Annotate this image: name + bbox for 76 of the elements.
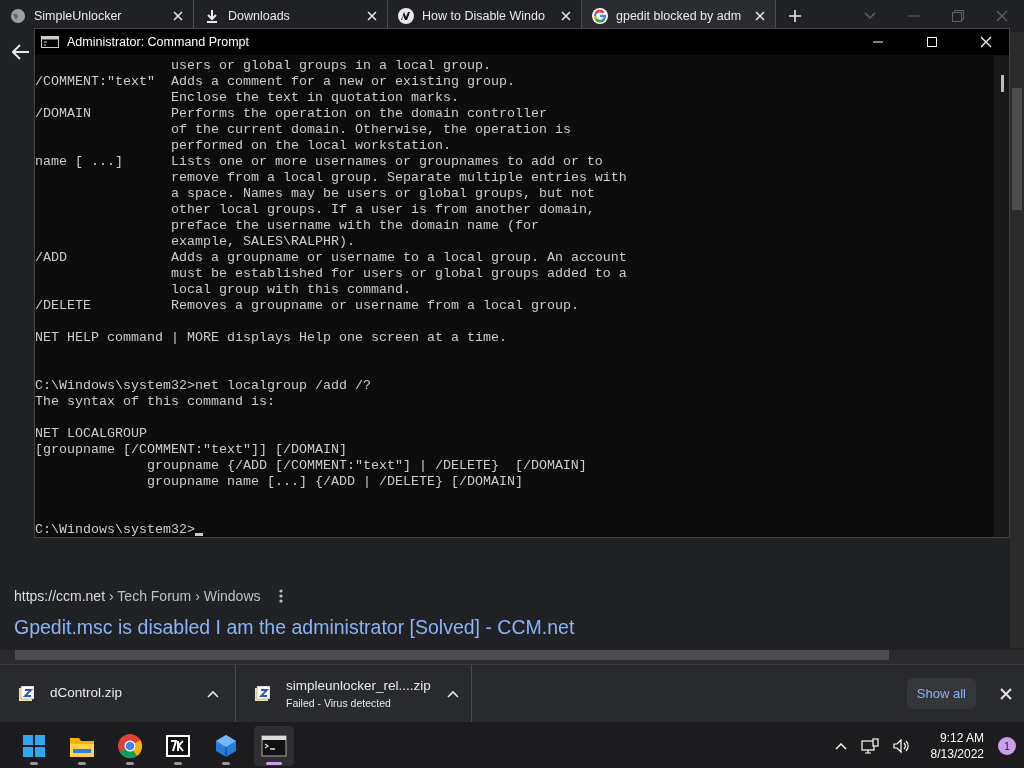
- option-name: /COMMENT:"text": [35, 74, 156, 90]
- console-text: other local groups. If a user is from another domain,: [170, 202, 595, 218]
- scrollbar-thumb[interactable]: [1001, 75, 1004, 92]
- console-text: remove from a local group. Separate multiple entries with: [170, 170, 627, 186]
- command-prompt: C:\Windows\system32>: [35, 522, 195, 538]
- taskbar-app[interactable]: [254, 726, 294, 766]
- site-logo-icon: [398, 8, 414, 24]
- console-text: NET LOCALGROUP: [35, 426, 147, 442]
- show-all-button[interactable]: Show all: [906, 677, 976, 710]
- result-breadcrumb: › Tech Forum › Windows: [109, 586, 261, 606]
- console-text: groupname name [...] {/ADD | /DELETE} [/DOMAIN]: [146, 474, 523, 490]
- option-name: /DELETE: [35, 298, 92, 314]
- horizontal-scrollbar[interactable]: [0, 650, 1024, 664]
- console-text: users or global groups in a local group.: [170, 58, 491, 74]
- tab-title: SimpleUnlocker: [34, 7, 123, 25]
- file-name: simpleunlocker_rel....zip: [286, 676, 431, 695]
- download-status: Failed - Virus detected: [286, 695, 392, 711]
- result-url: https://ccm.net: [14, 586, 106, 606]
- console-text: Performs the operation on the domain controller: [170, 106, 547, 122]
- chrome-icon: [117, 733, 143, 759]
- maximize-icon[interactable]: [926, 36, 938, 48]
- download-icon: [204, 8, 220, 24]
- console-text: NET HELP command | MORE displays Help one screen at a time.: [35, 330, 507, 346]
- caret-up-icon[interactable]: [207, 689, 219, 698]
- text-cursor: [194, 533, 203, 536]
- option-name: /DOMAIN: [35, 106, 92, 122]
- zip-file-icon: [254, 685, 270, 702]
- console-text: local group with this command.: [170, 282, 411, 298]
- clock[interactable]: 9:12 AM 8/13/2022: [930, 730, 984, 762]
- tab-title: Downloads: [228, 7, 291, 25]
- start-icon: [21, 733, 47, 759]
- console-text: preface the username with the domain name (for: [170, 218, 539, 234]
- tab-title: gpedit blocked by adm: [616, 7, 743, 25]
- console-text: Removes a groupname or username from a local group.: [170, 298, 579, 314]
- scrollbar-thumb[interactable]: [15, 650, 889, 660]
- console-text: The syntax of this command is:: [35, 394, 275, 410]
- console-text: Adds a comment for a new or existing group.: [170, 74, 515, 90]
- console-text: must be established for users or global groups added to a: [170, 266, 627, 282]
- console-text: Lists one or more usernames or groupnames to add or to: [170, 154, 603, 170]
- result-link[interactable]: Gpedit.msc is disabled I am the administrator [Solved] - CCM.net: [14, 612, 1010, 642]
- scrollbar-thumb[interactable]: [1012, 88, 1022, 210]
- console-text: performed on the local workstation.: [170, 138, 451, 154]
- archive-app-icon: [165, 733, 191, 759]
- network-icon[interactable]: [860, 738, 879, 754]
- new-tab-icon[interactable]: [788, 9, 802, 23]
- console-text: C:\Windows\system32>net localgroup /add /?: [35, 378, 371, 394]
- zip-file-icon: [18, 685, 34, 702]
- caret-up-icon[interactable]: [446, 689, 459, 698]
- volume-icon[interactable]: [892, 738, 911, 754]
- console-text: example, SALES\RALPHR).: [170, 234, 355, 250]
- back-arrow-icon[interactable]: [12, 44, 30, 60]
- google-icon: [592, 8, 608, 24]
- cube-icon: [213, 733, 239, 759]
- terminal-icon: [261, 733, 287, 759]
- console-text: of the current domain. Otherwise, the operation is: [170, 122, 571, 138]
- scrollbar[interactable]: [1010, 32, 1024, 648]
- console-text: Adds a groupname or username to a local group. An account: [170, 250, 627, 266]
- tab-title: How to Disable Windo: [422, 7, 546, 25]
- console-icon: [41, 36, 59, 48]
- option-name: /ADD: [35, 250, 68, 266]
- option-name: name [ ...]: [35, 154, 124, 170]
- file-name: dControl.zip: [50, 684, 124, 703]
- notification-badge[interactable]: 1: [998, 737, 1016, 755]
- date-text: 8/13/2022: [930, 746, 984, 762]
- console-text: a space. Names may be users or global groups, but not: [170, 186, 595, 202]
- more-options-icon[interactable]: [278, 589, 283, 604]
- console-text: groupname {/ADD [/COMMENT:"text"] | /DELETE} [/DOMAIN]: [146, 458, 587, 474]
- chevron-up-icon[interactable]: [834, 742, 847, 750]
- console-text: Enclose the text in quotation marks.: [170, 90, 459, 106]
- globe-icon: [10, 8, 26, 24]
- restore-icon[interactable]: [952, 10, 964, 22]
- time-text: 9:12 AM: [938, 730, 984, 746]
- window-title: Administrator: Command Prompt: [67, 33, 250, 51]
- chevron-down-icon[interactable]: [864, 12, 876, 20]
- scrollbar[interactable]: [994, 55, 1009, 537]
- console-text: [groupname [/COMMENT:"text"]] [/DOMAIN]: [35, 442, 347, 458]
